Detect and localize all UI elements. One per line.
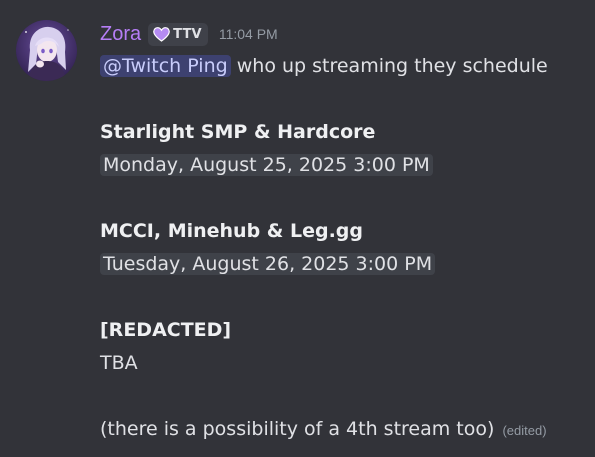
- username[interactable]: Zora: [100, 20, 141, 48]
- stream-time-text: TBA: [100, 352, 138, 374]
- avatar-image: [16, 20, 77, 81]
- chat-message: Zora TTV 11:04 PM @Twitch Ping who up st…: [0, 0, 595, 457]
- purple-heart-icon: [153, 26, 170, 42]
- stream-title-text: Starlight SMP & Hardcore: [100, 121, 376, 143]
- stream-title-text: MCCI, Minehub & Leg.gg: [100, 220, 363, 242]
- stream-time-line: Tuesday, August 26, 2025 3:00 PM: [100, 248, 590, 281]
- stream-timestamp-chip[interactable]: Tuesday, August 26, 2025 3:00 PM: [100, 253, 436, 275]
- stream-timestamp-chip[interactable]: Monday, August 25, 2025 3:00 PM: [100, 154, 433, 176]
- footer-line: (there is a possibility of a 4th stream …: [100, 413, 590, 446]
- edited-label: (edited): [502, 423, 547, 438]
- message-content: @Twitch Ping who up streaming they sched…: [100, 50, 590, 446]
- guild-tag-label: TTV: [173, 26, 202, 42]
- stream-title: [REDACTED]: [100, 314, 590, 347]
- stream-title: MCCI, Minehub & Leg.gg: [100, 215, 590, 248]
- message-header: Zora TTV 11:04 PM: [100, 20, 278, 48]
- guild-tag[interactable]: TTV: [148, 22, 208, 46]
- stream-time-line: Monday, August 25, 2025 3:00 PM: [100, 149, 590, 182]
- stream-title: Starlight SMP & Hardcore: [100, 116, 590, 149]
- user-avatar[interactable]: [16, 20, 77, 81]
- message-intro-text: who up streaming they schedule: [236, 55, 548, 77]
- role-mention[interactable]: @Twitch Ping: [100, 55, 231, 77]
- message-intro-line: @Twitch Ping who up streaming they sched…: [100, 50, 590, 83]
- message-timestamp[interactable]: 11:04 PM: [219, 26, 278, 42]
- footer-text: (there is a possibility of a 4th stream …: [100, 418, 495, 440]
- stream-title-text: [REDACTED]: [100, 319, 232, 341]
- stream-time-line: TBA: [100, 347, 590, 380]
